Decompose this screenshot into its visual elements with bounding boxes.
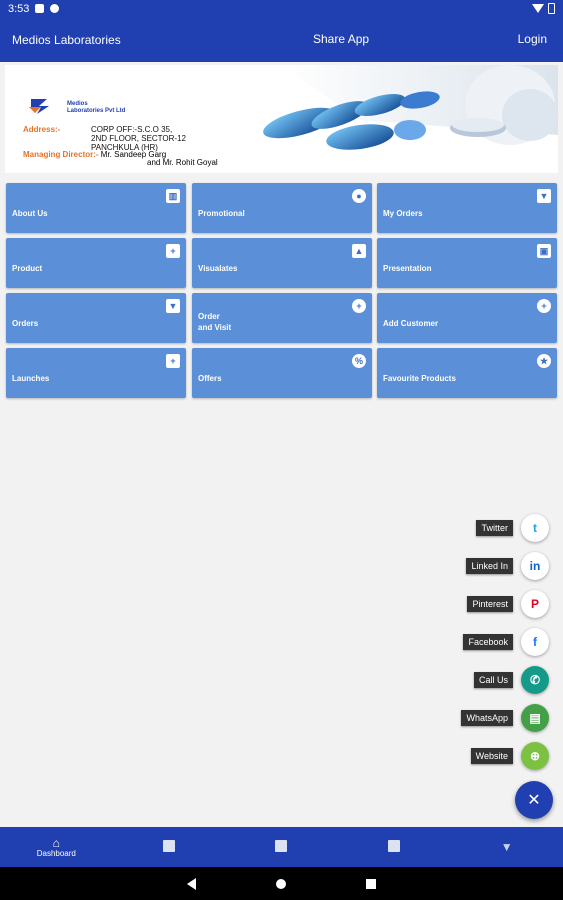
battery-icon [548,3,555,14]
tile-about-us[interactable]: ▥ About Us [6,183,186,233]
phone-icon[interactable]: ✆ [521,666,549,694]
nav-dashboard[interactable]: ⌂ Dashboard [0,827,113,867]
tile-promotional[interactable]: ● Promotional [192,183,372,233]
speed-dial-whatsapp[interactable]: WhatsApp ▤ [461,704,549,732]
plus-box-icon: + [166,244,180,258]
back-icon[interactable] [187,877,196,890]
facebook-icon[interactable]: f [521,628,549,656]
bottom-nav: ⌂ Dashboard ▼ [0,827,563,867]
notification-sync-icon [50,4,60,13]
speed-dial-pinterest[interactable]: Pinterest P [467,590,549,618]
tile-add-customer[interactable]: + Add Customer [377,293,557,343]
building-icon: ▥ [166,189,180,203]
notification-file-icon [35,4,45,13]
status-bar: 3:53 [0,0,563,17]
home-icon: ⌂ [52,835,60,850]
company-address: Address:- CORP OFF:-S.C.O 35, 2ND FLOOR,… [23,125,186,152]
tile-orders[interactable]: ▼ Orders [6,293,186,343]
recents-icon[interactable] [366,878,376,889]
gallery-icon [162,840,175,852]
nav-image[interactable] [338,827,451,867]
home-circle-icon[interactable] [276,878,286,889]
app-bar: Medios Laboratories Share App Login [0,17,563,62]
company-banner: Medios Laboratories Pvt Ltd Address:- CO… [5,65,558,173]
image-icon: ▲ [352,244,366,258]
status-time: 3:53 [8,2,30,15]
share-app-button[interactable]: Share App [313,32,369,46]
linkedin-icon[interactable]: in [521,552,549,580]
speed-dial-facebook[interactable]: Facebook f [463,628,549,656]
login-button[interactable]: Login [518,32,547,46]
pinterest-icon[interactable]: P [521,590,549,618]
chat-icon[interactable]: ▤ [521,704,549,732]
company-name: Medios Laboratories Pvt Ltd [67,101,126,114]
cart-icon: ▼ [500,840,513,854]
system-nav-bar [0,867,563,900]
percent-icon: % [352,354,366,368]
nav-cart[interactable]: ▼ [450,827,563,867]
speed-dial-linkedin[interactable]: Linked In in [466,552,549,580]
speed-dial-website[interactable]: Website ⊕ [470,742,549,770]
close-icon: ✕ [527,792,541,809]
speed-dial-call-us[interactable]: Call Us ✆ [473,666,549,694]
tile-product[interactable]: + Product [6,238,186,288]
tile-my-orders[interactable]: ▼ My Orders [377,183,557,233]
gallery-icon: ▣ [537,244,551,258]
tile-visualates[interactable]: ▲ Visualates [192,238,372,288]
nav-add[interactable] [225,827,338,867]
twitter-icon[interactable]: t [521,514,549,542]
nav-gallery[interactable] [113,827,226,867]
speed-dial-close-button[interactable]: ✕ [515,781,553,819]
tile-favourite-products[interactable]: ★ Favourite Products [377,348,557,398]
image-icon [388,840,401,852]
tile-order-and-visit[interactable]: + Order and Visit [192,293,372,343]
cart-icon: ▼ [166,299,180,313]
managing-director: Managing Director:- Mr. Sandeep Garg and… [23,150,218,168]
tile-offers[interactable]: % Offers [192,348,372,398]
globe-icon[interactable]: ⊕ [521,742,549,770]
group-icon: ● [352,189,366,203]
cart-icon: ▼ [537,189,551,203]
add-person-icon: + [537,299,551,313]
wifi-icon [532,4,544,13]
plus-circle-icon: + [352,299,366,313]
app-title: Medios Laboratories [12,32,121,47]
company-logo-icon [29,99,49,114]
star-icon: ★ [537,354,551,368]
pills-image [240,65,558,173]
speed-dial-twitter[interactable]: Twitter t [476,514,549,542]
plus-box-icon: + [166,354,180,368]
tile-launches[interactable]: + Launches [6,348,186,398]
plus-box-icon [275,840,288,852]
tile-presentation[interactable]: ▣ Presentation [377,238,557,288]
